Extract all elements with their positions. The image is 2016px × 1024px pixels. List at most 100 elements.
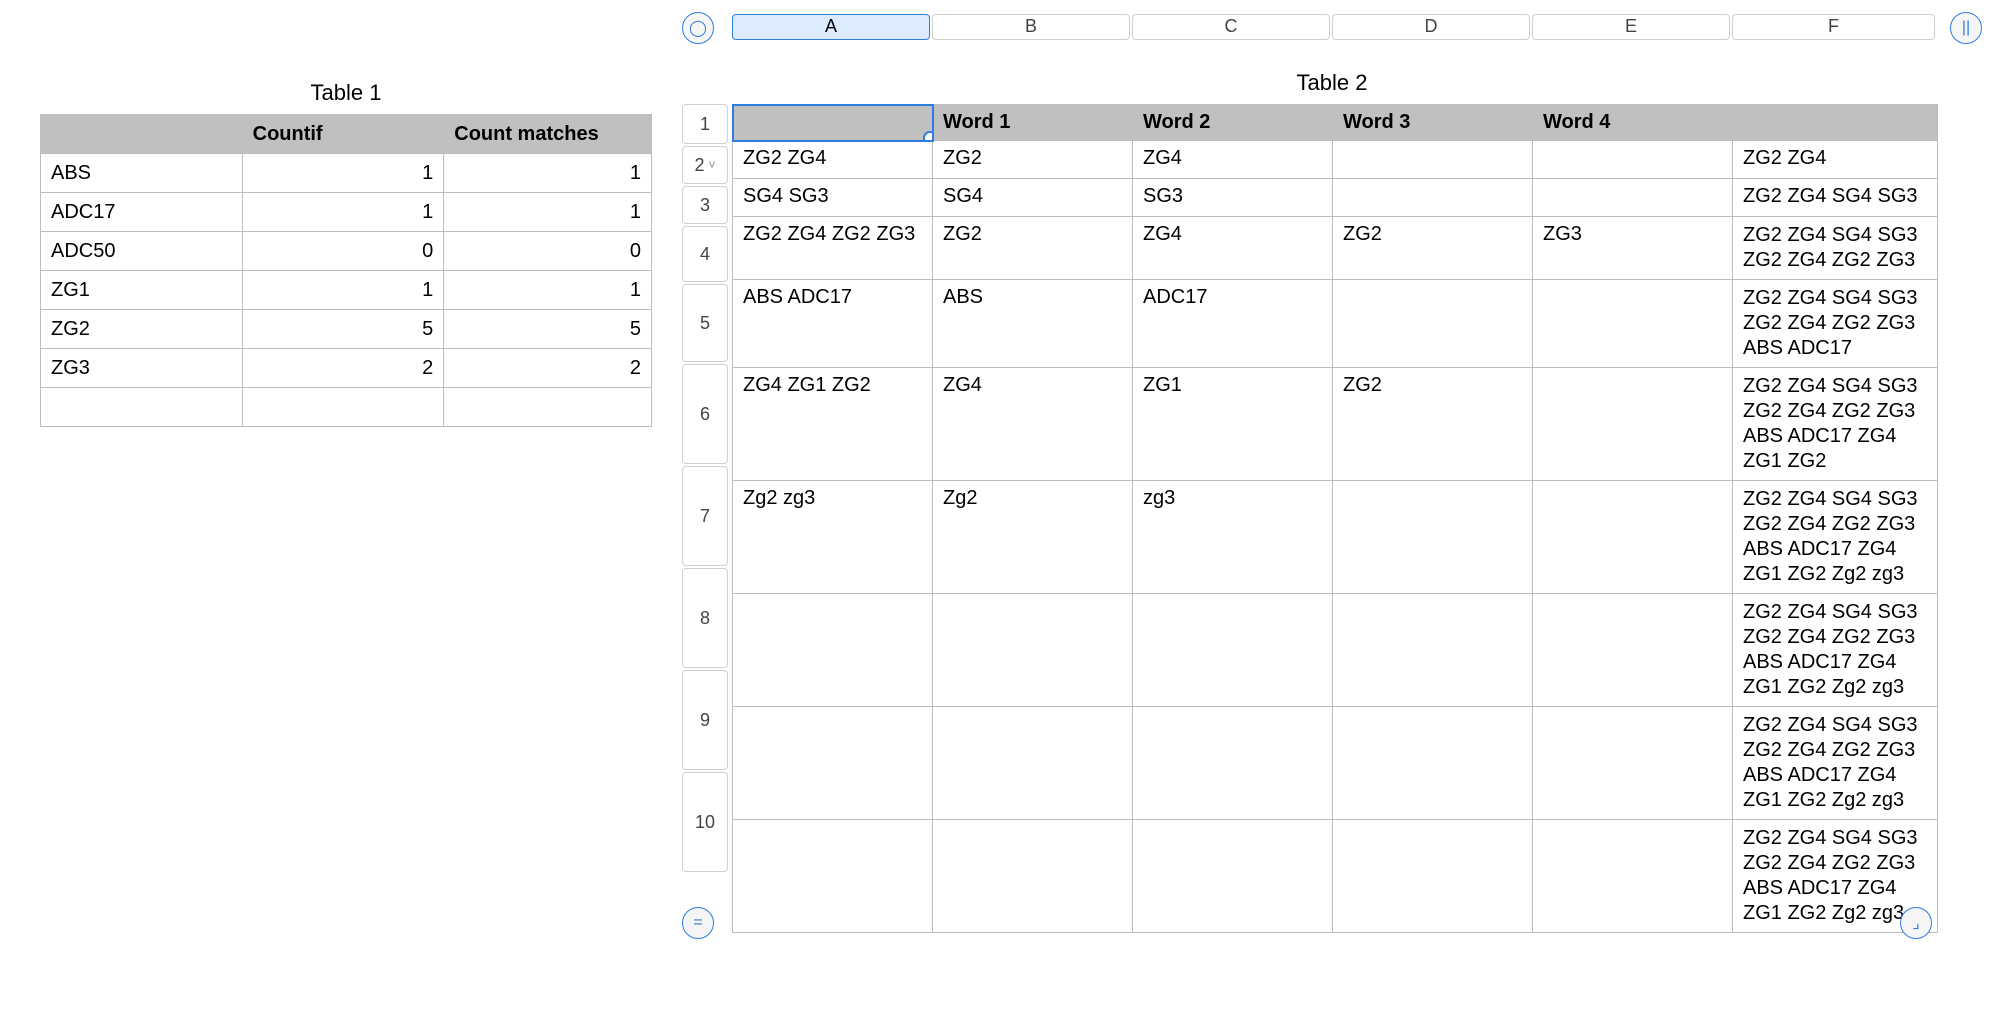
table-row[interactable]: ADC5000 bbox=[41, 232, 652, 271]
t2-cell[interactable]: ZG2 ZG4 SG4 SG3 ZG2 ZG4 ZG2 ZG3 ABS ADC1… bbox=[1733, 594, 1938, 707]
t2-cell[interactable] bbox=[1533, 141, 1733, 179]
t1-cell-matches[interactable]: 5 bbox=[444, 310, 652, 349]
t2-cell[interactable]: ZG3 bbox=[1533, 217, 1733, 280]
t1-cell-matches[interactable]: 1 bbox=[444, 154, 652, 193]
add-column-handle[interactable]: || bbox=[1950, 12, 1982, 44]
resize-table-handle[interactable]: ⌟ bbox=[1900, 907, 1932, 939]
table-row[interactable]: ZG2 ZG4 SG4 SG3 ZG2 ZG4 ZG2 ZG3 ABS ADC1… bbox=[733, 707, 1938, 820]
t2-cell[interactable] bbox=[1333, 280, 1533, 368]
t2-cell[interactable] bbox=[1533, 707, 1733, 820]
t1-cell-label[interactable]: ZG3 bbox=[41, 349, 243, 388]
t2-cell[interactable]: ZG4 bbox=[1133, 141, 1333, 179]
t1-cell-label[interactable]: ADC17 bbox=[41, 193, 243, 232]
t1-header-blank[interactable] bbox=[41, 115, 243, 154]
t2-cell[interactable] bbox=[933, 594, 1133, 707]
t1-cell-matches[interactable]: 2 bbox=[444, 349, 652, 388]
t1-cell-countif[interactable] bbox=[242, 388, 444, 427]
t2-cell[interactable] bbox=[1533, 179, 1733, 217]
t2-cell[interactable] bbox=[1133, 820, 1333, 933]
t2-cell[interactable] bbox=[933, 820, 1133, 933]
t2-cell[interactable]: ZG4 bbox=[1133, 217, 1333, 280]
table2[interactable]: Word 1Word 2Word 3Word 4 ZG2 ZG4ZG2ZG4ZG… bbox=[732, 104, 1938, 933]
t1-cell-label[interactable] bbox=[41, 388, 243, 427]
t1-cell-matches[interactable]: 1 bbox=[444, 193, 652, 232]
t2-header-1[interactable]: Word 1 bbox=[933, 105, 1133, 141]
t2-cell[interactable] bbox=[1333, 594, 1533, 707]
t1-cell-label[interactable]: ABS bbox=[41, 154, 243, 193]
t1-cell-countif[interactable]: 1 bbox=[242, 193, 444, 232]
row-number-7[interactable]: 7 bbox=[682, 466, 728, 566]
row-number-8[interactable]: 8 bbox=[682, 568, 728, 668]
t2-cell[interactable]: ZG2 bbox=[1333, 217, 1533, 280]
t2-cell[interactable]: ZG2 ZG4 SG4 SG3 bbox=[1733, 179, 1938, 217]
t1-cell-matches[interactable]: 0 bbox=[444, 232, 652, 271]
t2-cell[interactable]: ZG2 ZG4 ZG2 ZG3 bbox=[733, 217, 933, 280]
table-row[interactable]: ZG255 bbox=[41, 310, 652, 349]
t2-cell[interactable] bbox=[1533, 820, 1733, 933]
table-row[interactable]: ADC1711 bbox=[41, 193, 652, 232]
t1-cell-countif[interactable]: 0 bbox=[242, 232, 444, 271]
t1-cell-matches[interactable] bbox=[444, 388, 652, 427]
t2-cell[interactable]: ZG2 ZG4 bbox=[1733, 141, 1938, 179]
column-header-strip[interactable]: ABCDEF bbox=[732, 12, 1932, 40]
t2-cell[interactable] bbox=[1133, 707, 1333, 820]
add-row-handle[interactable]: = bbox=[682, 907, 714, 939]
column-header-B[interactable]: B bbox=[932, 14, 1130, 40]
t1-cell-countif[interactable]: 1 bbox=[242, 271, 444, 310]
t2-cell[interactable]: zg3 bbox=[1133, 481, 1333, 594]
t2-cell[interactable]: ZG2 ZG4 SG4 SG3 ZG2 ZG4 ZG2 ZG3 ABS ADC1… bbox=[1733, 280, 1938, 368]
row-number-9[interactable]: 9 bbox=[682, 670, 728, 770]
t2-cell[interactable] bbox=[1533, 481, 1733, 594]
t2-cell[interactable] bbox=[1333, 141, 1533, 179]
t2-cell[interactable]: SG3 bbox=[1133, 179, 1333, 217]
t2-cell[interactable]: ZG2 ZG4 SG4 SG3 ZG2 ZG4 ZG2 ZG3 bbox=[1733, 217, 1938, 280]
t2-cell[interactable]: ZG2 ZG4 SG4 SG3 ZG2 ZG4 ZG2 ZG3 ABS ADC1… bbox=[1733, 368, 1938, 481]
t1-header-countif[interactable]: Countif bbox=[242, 115, 444, 154]
t2-cell[interactable] bbox=[933, 707, 1133, 820]
t2-cell[interactable] bbox=[1333, 179, 1533, 217]
t2-cell[interactable] bbox=[1333, 820, 1533, 933]
t2-header-2[interactable]: Word 2 bbox=[1133, 105, 1333, 141]
t2-header-3[interactable]: Word 3 bbox=[1333, 105, 1533, 141]
t2-cell[interactable] bbox=[1333, 707, 1533, 820]
t2-cell[interactable] bbox=[733, 594, 933, 707]
table-row[interactable]: ZG2 ZG4 SG4 SG3 ZG2 ZG4 ZG2 ZG3 ABS ADC1… bbox=[733, 820, 1938, 933]
t2-cell[interactable]: ADC17 bbox=[1133, 280, 1333, 368]
table-origin-handle[interactable]: ◯ bbox=[682, 12, 714, 44]
t2-cell[interactable]: Zg2 zg3 bbox=[733, 481, 933, 594]
t1-cell-label[interactable]: ZG1 bbox=[41, 271, 243, 310]
column-header-D[interactable]: D bbox=[1332, 14, 1530, 40]
t1-cell-label[interactable]: ADC50 bbox=[41, 232, 243, 271]
table-row[interactable]: Zg2 zg3Zg2zg3 ZG2 ZG4 SG4 SG3 ZG2 ZG4 ZG2… bbox=[733, 481, 1938, 594]
row-number-1[interactable]: 1 bbox=[682, 104, 728, 144]
t2-cell[interactable] bbox=[1133, 594, 1333, 707]
row-number-2[interactable]: 2˅ bbox=[682, 146, 728, 184]
column-header-E[interactable]: E bbox=[1532, 14, 1730, 40]
t2-cell[interactable]: Zg2 bbox=[933, 481, 1133, 594]
t2-cell[interactable]: ABS bbox=[933, 280, 1133, 368]
t2-cell[interactable] bbox=[1533, 368, 1733, 481]
column-header-C[interactable]: C bbox=[1132, 14, 1330, 40]
chevron-down-icon[interactable]: ˅ bbox=[709, 158, 716, 172]
table-row[interactable]: ZG111 bbox=[41, 271, 652, 310]
t2-header-4[interactable]: Word 4 bbox=[1533, 105, 1733, 141]
table-row[interactable]: ABS ADC17ABSADC17ZG2 ZG4 SG4 SG3 ZG2 ZG4… bbox=[733, 280, 1938, 368]
column-header-A[interactable]: A bbox=[732, 14, 930, 40]
t2-cell[interactable]: ZG2 ZG4 SG4 SG3 ZG2 ZG4 ZG2 ZG3 ABS ADC1… bbox=[1733, 481, 1938, 594]
t2-cell[interactable]: ZG4 ZG1 ZG2 bbox=[733, 368, 933, 481]
row-number-gutter[interactable]: 12˅345678910 bbox=[682, 104, 728, 874]
table-row[interactable]: ZG2 ZG4ZG2ZG4ZG2 ZG4 bbox=[733, 141, 1938, 179]
table-row[interactable]: ZG4 ZG1 ZG2ZG4ZG1ZG2ZG2 ZG4 SG4 SG3 ZG2 … bbox=[733, 368, 1938, 481]
table-row[interactable] bbox=[41, 388, 652, 427]
t2-header-0[interactable] bbox=[733, 105, 933, 141]
t2-cell[interactable] bbox=[1533, 280, 1733, 368]
t2-cell[interactable]: ZG2 bbox=[933, 217, 1133, 280]
table-row[interactable]: ZG2 ZG4 SG4 SG3 ZG2 ZG4 ZG2 ZG3 ABS ADC1… bbox=[733, 594, 1938, 707]
t2-cell[interactable]: SG4 SG3 bbox=[733, 179, 933, 217]
t1-cell-countif[interactable]: 5 bbox=[242, 310, 444, 349]
table-row[interactable]: ABS11 bbox=[41, 154, 652, 193]
table1[interactable]: Countif Count matches ABS11ADC1711ADC500… bbox=[40, 114, 652, 427]
t1-cell-countif[interactable]: 1 bbox=[242, 154, 444, 193]
t2-cell[interactable] bbox=[1533, 594, 1733, 707]
row-number-3[interactable]: 3 bbox=[682, 186, 728, 224]
